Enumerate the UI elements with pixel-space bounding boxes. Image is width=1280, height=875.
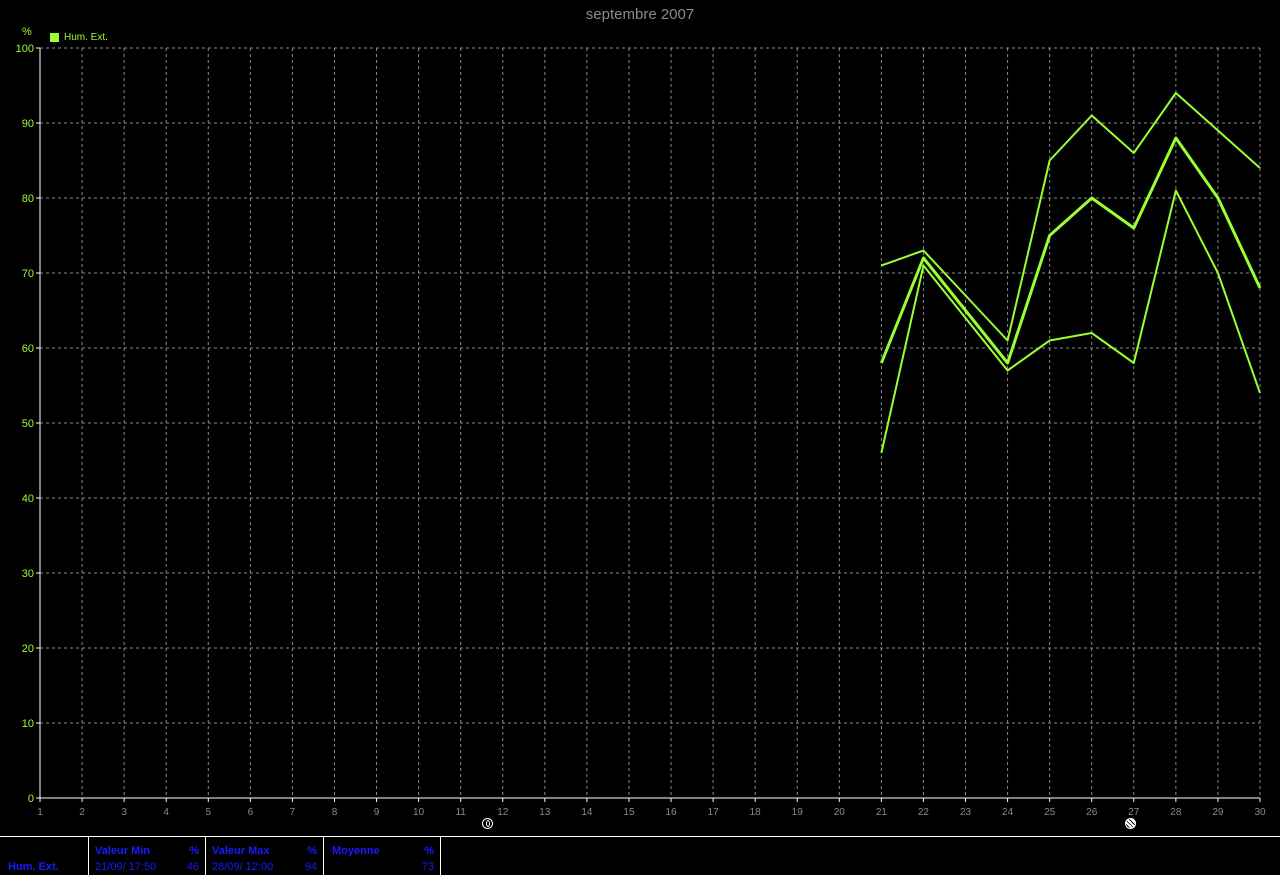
min-time: 21/09/ 17:50 [95,861,157,873]
x-tick-label: 17 [708,807,720,818]
series-line-mean [879,136,1262,365]
x-tick-label: 29 [1212,807,1224,818]
x-tick-label: 7 [290,807,296,818]
x-tick-label: 3 [121,807,127,818]
mean-header: Moyenne [332,845,380,857]
stats-row-label-cell: Hum. Ext. [0,837,88,875]
stats-row-label: Hum. Ext. [8,861,59,873]
y-tick-label: 20 [22,643,34,655]
legend-swatch [50,33,59,42]
stats-mean-cell: Moyenne % 73 [323,837,441,875]
x-tick-label: 15 [623,807,635,818]
x-tick-label: 23 [960,807,972,818]
x-tick-label: 2 [79,807,85,818]
min-value: 46 [186,861,199,873]
x-tick-label: 24 [1002,807,1014,818]
x-tick-label: 19 [792,807,804,818]
y-tick-labels: 0 10 20 30 40 50 60 70 80 90 100 [16,43,40,805]
y-tick-label: 70 [22,268,34,280]
stats-max-cell: Valeur Max % 28/09/ 12:00 94 [205,837,323,875]
x-tick-label: 27 [1128,807,1140,818]
x-tick-label: 28 [1170,807,1182,818]
legend-label: Hum. Ext. [64,32,108,43]
chart-title: septembre 2007 [585,6,695,23]
y-tick-label: 90 [22,118,34,130]
x-tick-label: 22 [918,807,930,818]
y-tick-label: 0 [28,793,34,805]
stats-min-cell: Valeur Min % 21/09/ 17:50 46 [88,837,205,875]
legend: Hum. Ext. [50,32,108,43]
x-tick-label: 6 [248,807,254,818]
series-line-min [880,189,1261,454]
max-time: 28/09/ 12:00 [212,861,274,873]
moon-phase-icon [1125,818,1136,829]
grid [40,47,1261,798]
max-header: Valeur Max [212,845,270,857]
y-tick-label: 40 [22,493,34,505]
x-tick-label: 11 [455,807,466,818]
x-tick-label: 16 [665,807,677,818]
y-unit-label: % [22,26,32,38]
y-tick-label: 60 [22,343,34,355]
y-tick-label: 100 [16,43,34,55]
x-tick-label: 26 [1086,807,1098,818]
x-tick-label: 20 [834,807,846,818]
min-unit: % [189,845,199,857]
y-tick-label: 50 [22,418,34,430]
x-tick-label: 10 [413,807,425,818]
x-tick-label: 14 [581,807,593,818]
x-tick-label: 13 [539,807,551,818]
y-tick-label: 30 [22,568,34,580]
mean-unit: % [424,845,434,857]
x-tick-label: 4 [163,807,169,818]
humidity-chart: 0102030405060708090100 1 2 3 4 5 6 7 8 9 10 11 12 13… [16,43,1266,818]
series-lines [879,92,1262,454]
y-tick-label: 10 [22,718,34,730]
x-tick-label: 18 [750,807,762,818]
x-tick-label: 9 [374,807,380,818]
min-header: Valeur Min [95,845,151,857]
max-value: 94 [304,861,317,873]
x-tick-label: 12 [497,807,509,818]
x-tick-label: 21 [876,807,888,818]
x-tick-label: 30 [1254,807,1266,818]
max-unit: % [307,845,317,857]
moon-phase-icon [482,818,493,829]
mean-value: 73 [421,861,434,873]
x-tick-label: 1 [37,807,43,818]
y-tick-label: 80 [22,193,34,205]
x-tick-label: 5 [205,807,211,818]
x-tick-label: 8 [332,807,338,818]
x-tick-labels: 1 2 3 4 5 6 7 8 9 10 11 12 13 14 15 16 17 18 19 20 21 22 23 24 2… [37,798,1266,818]
stats-table: Hum. Ext. Valeur Min % 21/09/ 17:50 46 V… [0,836,1280,875]
x-tick-label: 25 [1044,807,1056,818]
